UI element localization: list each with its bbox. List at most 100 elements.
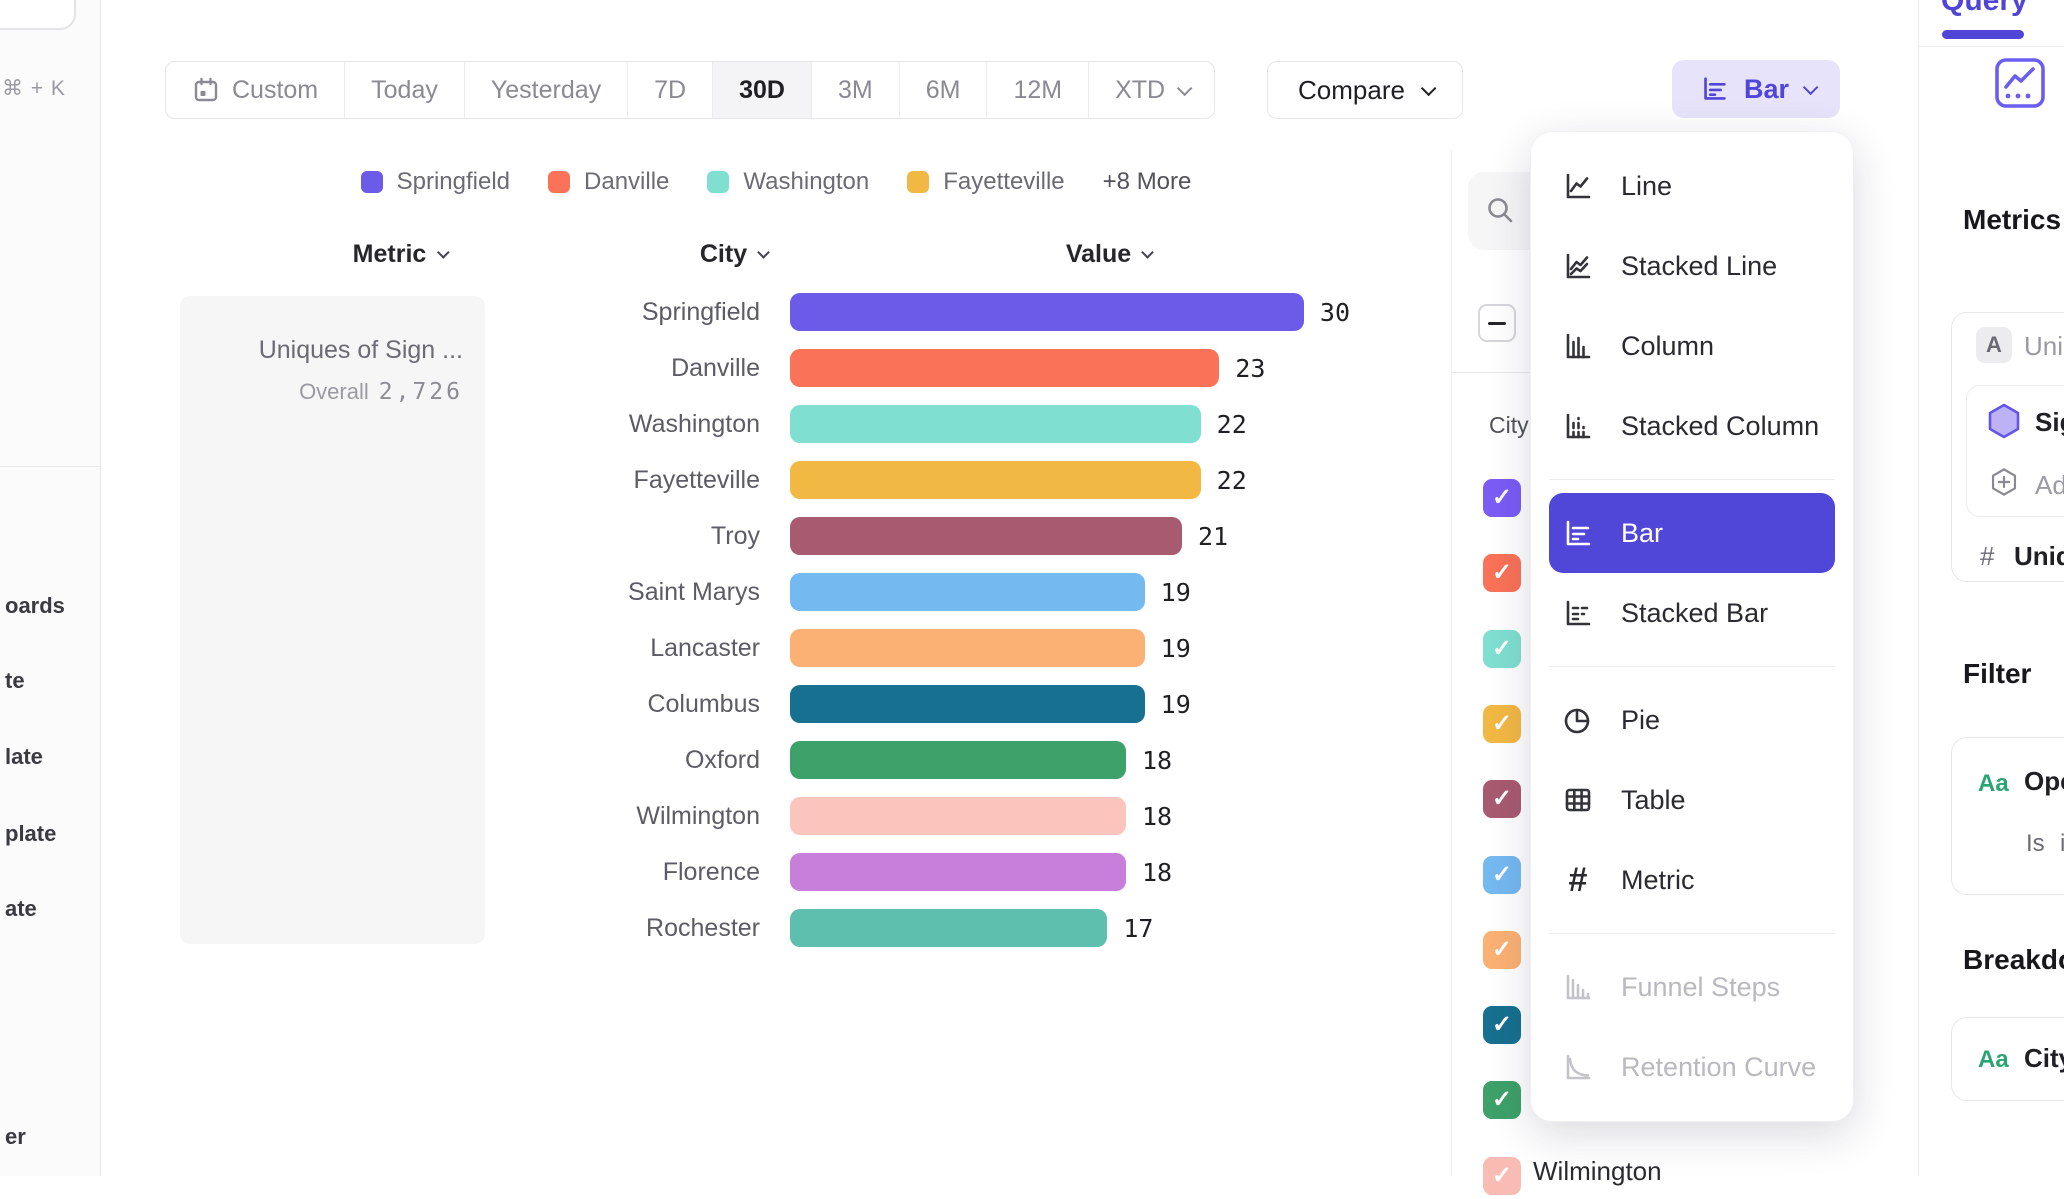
city-checkbox[interactable]: ✓ — [1483, 931, 1521, 969]
bar-value: 19 — [1161, 578, 1191, 607]
city-checkbox[interactable]: ✓ — [1483, 1081, 1521, 1119]
compare-button[interactable]: Compare — [1267, 61, 1463, 119]
date-range-12m[interactable]: 12M — [987, 62, 1089, 118]
date-range-today[interactable]: Today — [345, 62, 465, 118]
menu-separator — [1549, 933, 1835, 934]
bar-city-label: Saint Marys — [500, 578, 790, 607]
stacked-line-chart-icon — [1561, 249, 1595, 283]
city-checkbox[interactable]: ✓ — [1483, 554, 1521, 592]
retention-curve-icon — [1561, 1050, 1595, 1084]
date-range-30d-selected[interactable]: 30D — [713, 62, 812, 118]
date-range-6m[interactable]: 6M — [900, 62, 988, 118]
bar-value: 22 — [1217, 466, 1247, 495]
bar[interactable] — [790, 797, 1126, 835]
bar[interactable] — [790, 629, 1145, 667]
sidebar-item[interactable]: te — [5, 668, 25, 694]
tab-query[interactable]: Query — [1941, 0, 2028, 18]
legend-label: Springfield — [397, 168, 510, 196]
city-list-item-label[interactable]: Wilmington — [1533, 1156, 1662, 1187]
column-header-city[interactable]: City — [700, 240, 766, 269]
filter-value[interactable]: i — [2060, 830, 2064, 858]
select-all-checkbox[interactable] — [1478, 304, 1516, 342]
menu-item-metric[interactable]: # Metric — [1531, 840, 1853, 920]
chevron-down-icon — [437, 246, 450, 259]
bar[interactable] — [790, 293, 1304, 331]
legend-more[interactable]: +8 More — [1103, 168, 1192, 196]
column-header-metric[interactable]: Metric — [353, 240, 446, 269]
bar-city-label: Springfield — [500, 298, 790, 327]
active-tab-underline — [1942, 30, 2024, 39]
check-icon: ✓ — [1492, 637, 1512, 661]
column-header-value[interactable]: Value — [1066, 240, 1150, 269]
bar[interactable] — [790, 405, 1201, 443]
city-checkbox[interactable]: ✓ — [1483, 1157, 1521, 1195]
column-chart-icon — [1561, 329, 1595, 363]
sidebar-item[interactable]: oards — [5, 593, 65, 619]
menu-item-stacked-line[interactable]: Stacked Line — [1531, 226, 1853, 306]
check-icon: ✓ — [1492, 1013, 1512, 1037]
city-checkbox[interactable]: ✓ — [1483, 630, 1521, 668]
sidebar-search-box[interactable] — [0, 0, 76, 30]
event-card[interactable]: Sig Ad — [1966, 385, 2064, 517]
filter-operator[interactable]: Is — [2026, 830, 2045, 858]
sidebar-item[interactable]: plate — [5, 821, 56, 847]
metric-card[interactable]: Uniques of Sign ... Overall2,726 — [180, 296, 485, 944]
metric-query-card[interactable]: A Uniq Sig Ad # Uniqu — [1951, 312, 2064, 582]
sidebar-item[interactable]: late — [5, 744, 43, 770]
bar[interactable] — [790, 853, 1126, 891]
legend-item[interactable]: Springfield — [361, 168, 510, 196]
sidebar-item[interactable]: ate — [5, 896, 37, 922]
bar[interactable] — [790, 349, 1219, 387]
chart-type-button[interactable]: Bar — [1672, 60, 1840, 118]
bar-track: 19 — [790, 629, 1350, 667]
bar-track: 21 — [790, 517, 1350, 555]
metric-overall-row: Overall2,726 — [180, 379, 463, 405]
city-checkbox[interactable]: ✓ — [1483, 1006, 1521, 1044]
add-event-icon[interactable] — [1988, 466, 2020, 498]
bar-track: 19 — [790, 573, 1350, 611]
sidebar-item[interactable]: er — [5, 1124, 26, 1150]
menu-item-bar-selected[interactable]: Bar — [1549, 493, 1835, 573]
bar-row: Lancaster 19 — [500, 620, 1450, 676]
city-checkbox[interactable]: ✓ — [1483, 856, 1521, 894]
metric-overall-value: 2,726 — [379, 379, 463, 405]
bar[interactable] — [790, 685, 1145, 723]
menu-item-stacked-column[interactable]: Stacked Column — [1531, 386, 1853, 466]
menu-item-table[interactable]: Table — [1531, 760, 1853, 840]
bar-value: 19 — [1161, 690, 1191, 719]
menu-item-pie[interactable]: Pie — [1531, 680, 1853, 760]
bar[interactable] — [790, 461, 1201, 499]
bar[interactable] — [790, 741, 1126, 779]
menu-item-column[interactable]: Column — [1531, 306, 1853, 386]
date-range-3m[interactable]: 3M — [812, 62, 900, 118]
bar-track: 30 — [790, 293, 1350, 331]
legend-item[interactable]: Fayetteville — [907, 168, 1064, 196]
bar-track: 18 — [790, 797, 1350, 835]
bar[interactable] — [790, 573, 1145, 611]
insights-chart-icon[interactable] — [1994, 57, 2046, 109]
menu-item-stacked-bar[interactable]: Stacked Bar — [1531, 573, 1853, 653]
metric-name: Uniq — [2024, 331, 2064, 362]
menu-separator — [1549, 479, 1835, 480]
date-range-xtd[interactable]: XTD — [1089, 62, 1214, 118]
filter-card[interactable]: Aa Ope Is i — [1951, 737, 2064, 895]
city-checkbox[interactable]: ✓ — [1483, 780, 1521, 818]
breakdown-card[interactable]: Aa City — [1951, 1017, 2064, 1101]
bar-track: 23 — [790, 349, 1350, 387]
bar[interactable] — [790, 517, 1182, 555]
menu-item-line[interactable]: Line — [1531, 146, 1853, 226]
date-range-7d[interactable]: 7D — [628, 62, 713, 118]
query-panel: Query Metrics A Uniq Sig Ad # Uniqu Filt… — [1918, 0, 2064, 1176]
bar-row: Florence 18 — [500, 844, 1450, 900]
filter-property-name: Ope — [2024, 766, 2064, 797]
property-type-badge: Aa — [1978, 1046, 2009, 1074]
menu-separator — [1549, 666, 1835, 667]
legend-item[interactable]: Washington — [707, 168, 869, 196]
bar[interactable] — [790, 909, 1107, 947]
bar-row: Rochester 17 — [500, 900, 1450, 956]
city-checkbox[interactable]: ✓ — [1483, 705, 1521, 743]
legend-item[interactable]: Danville — [548, 168, 669, 196]
date-range-yesterday[interactable]: Yesterday — [465, 62, 628, 118]
city-checkbox[interactable]: ✓ — [1483, 479, 1521, 517]
date-range-custom[interactable]: Custom — [166, 62, 345, 118]
